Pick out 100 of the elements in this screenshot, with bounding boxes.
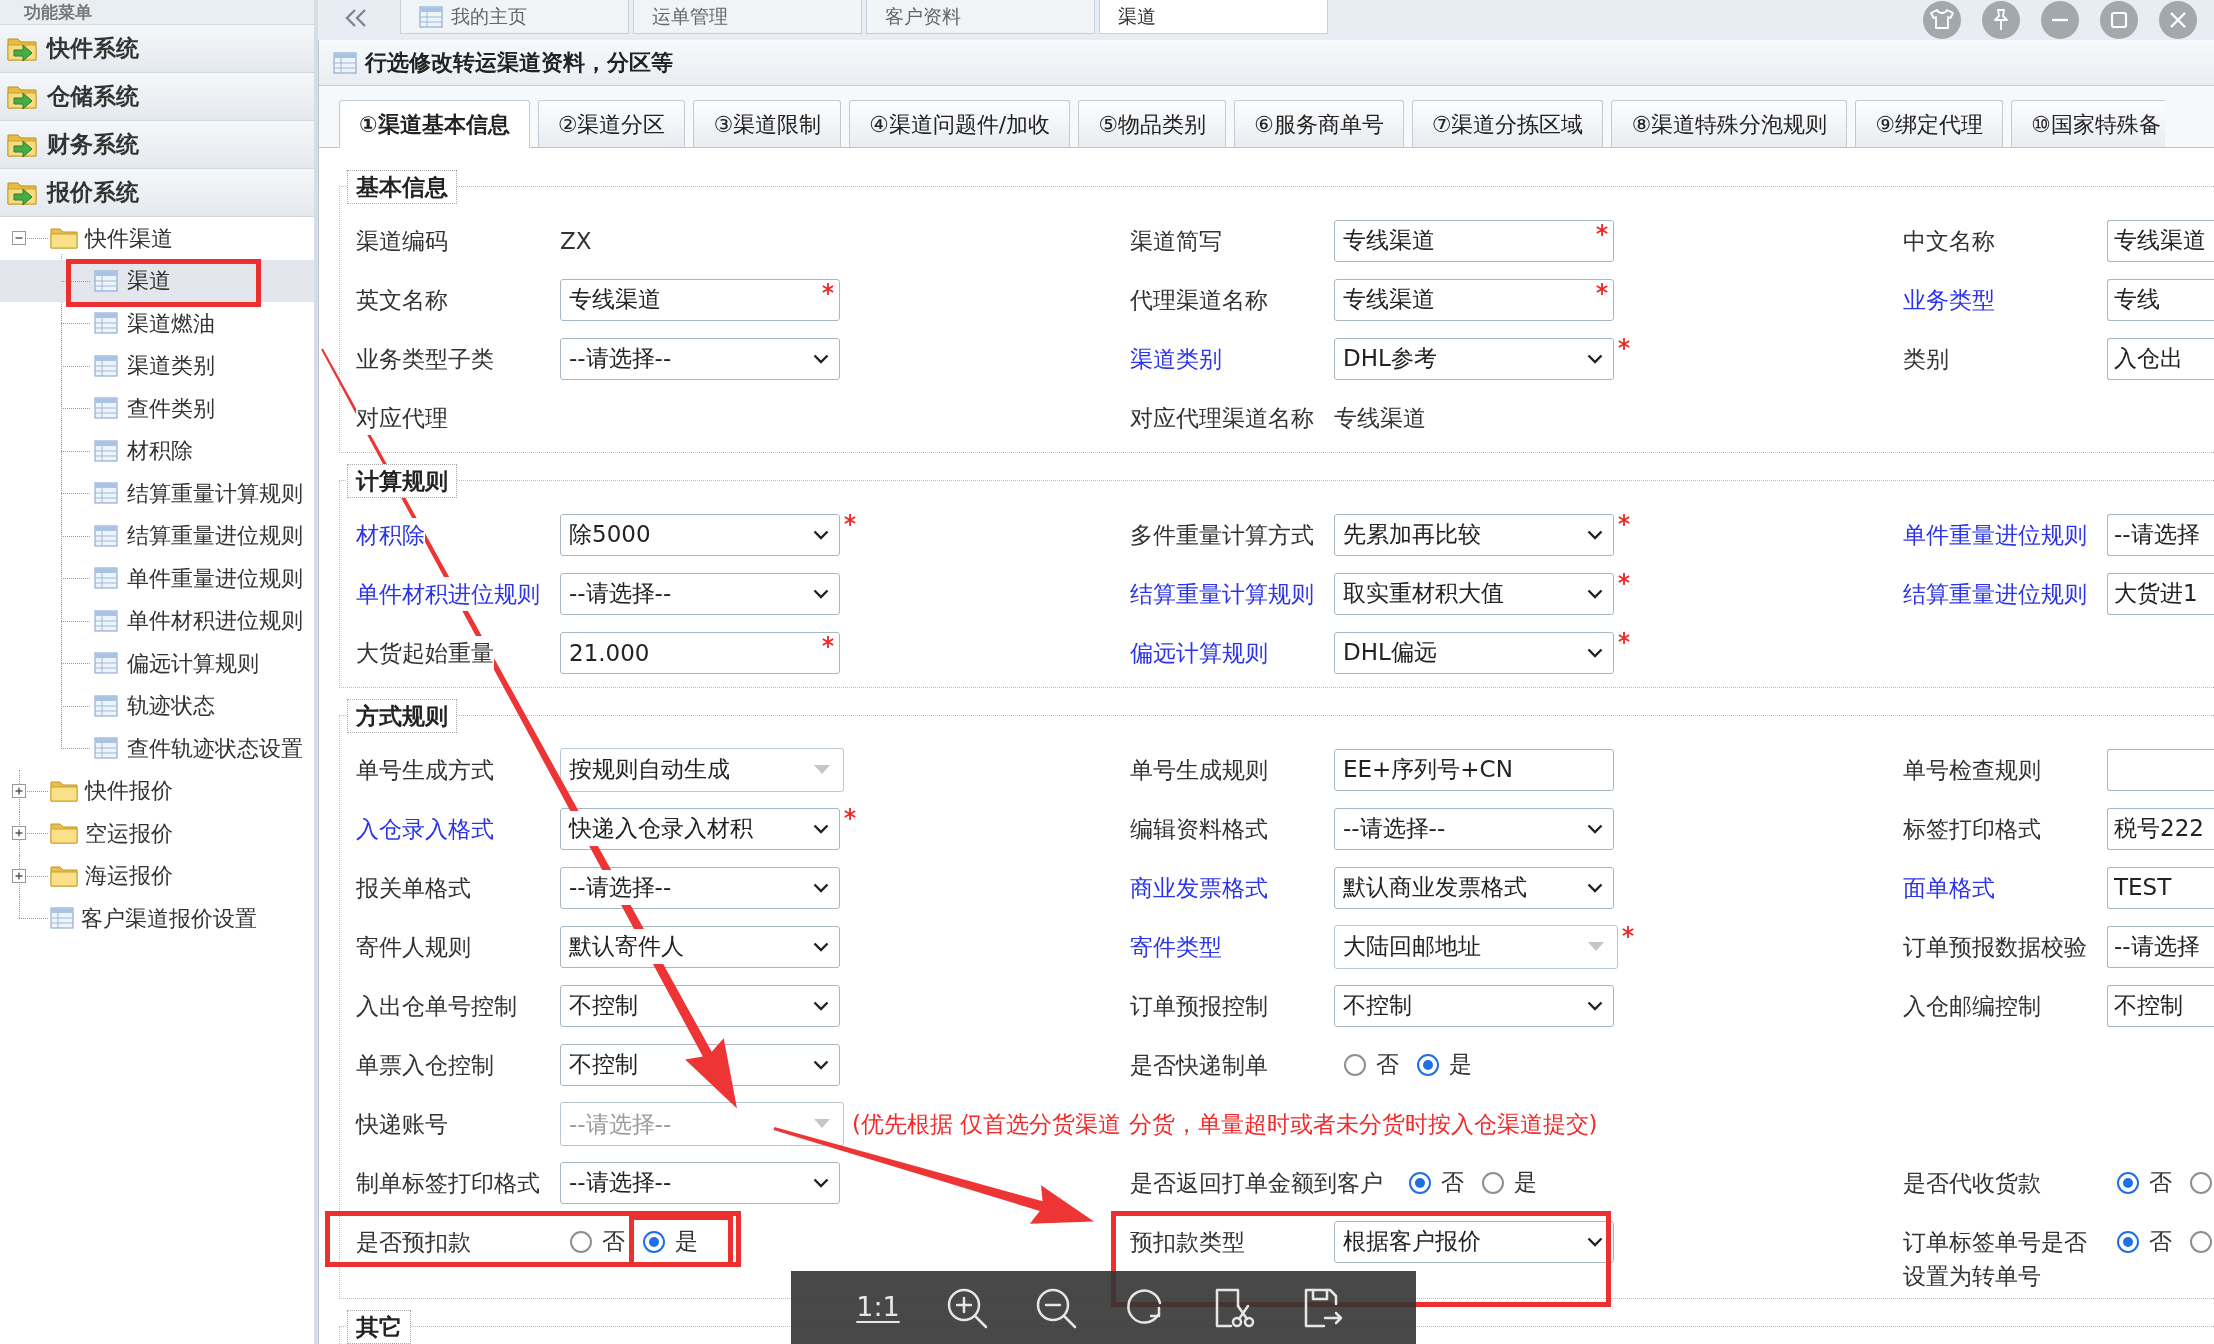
tab[interactable]: 我的主页 (400, 0, 629, 34)
select-field[interactable]: 默认商业发票格式 (1334, 866, 1614, 909)
tab[interactable]: ⑤物品类别 (1078, 100, 1226, 148)
tree-item[interactable]: 结算重量进位规则 (0, 514, 314, 557)
text-field[interactable]: 专线渠道 (2107, 219, 2214, 262)
tree-item[interactable]: 结算重量计算规则 (0, 472, 314, 515)
select-field[interactable]: DHL偏远 (1334, 631, 1614, 674)
chevron-down-icon[interactable] (813, 882, 829, 893)
chevron-down-icon[interactable] (1587, 882, 1603, 893)
chevron-down-icon[interactable] (1587, 647, 1603, 658)
minimize-button[interactable] (2041, 1, 2079, 39)
tab[interactable]: ②渠道分区 (537, 100, 686, 148)
chevron-down-icon[interactable] (1587, 353, 1603, 364)
tree-item[interactable]: 快件报价 (0, 769, 314, 812)
text-field[interactable]: 21.000 (560, 631, 840, 674)
radio-icon[interactable] (2117, 1230, 2139, 1253)
tab[interactable]: ⑧渠道特殊分泡规则 (1611, 100, 1848, 148)
accordion-header[interactable]: 财务系统 (0, 121, 314, 169)
tab[interactable]: ⑥服务商单号 (1234, 100, 1404, 148)
chevron-down-icon[interactable] (813, 1059, 829, 1070)
radio-option[interactable]: 否 (1344, 1047, 1399, 1082)
chevron-down-icon[interactable] (1587, 1236, 1603, 1247)
tab[interactable]: ⑦渠道分拣区域 (1411, 100, 1604, 148)
chevron-down-icon[interactable] (1587, 529, 1603, 540)
tab[interactable]: ⑩国家特殊备 (2010, 100, 2165, 148)
select-field[interactable]: TEST (2107, 866, 2214, 909)
radio-icon[interactable] (1344, 1053, 1366, 1076)
select-field[interactable]: 不控制 (560, 1043, 840, 1086)
select-field[interactable]: 根据客户报价 (1334, 1220, 1614, 1263)
select-field[interactable]: --请选择-- (560, 866, 840, 909)
select-field[interactable]: 不控制 (2107, 984, 2214, 1027)
tree-item[interactable]: 渠道燃油 (0, 302, 314, 345)
select-field[interactable]: --请选择-- (560, 572, 840, 615)
chevron-down-icon[interactable] (813, 941, 829, 952)
radio-icon[interactable] (1482, 1171, 1504, 1194)
plus-box-icon[interactable] (12, 868, 26, 883)
tab[interactable]: 渠道 (1099, 0, 1328, 34)
select-field[interactable]: 税号222 (2107, 807, 2214, 850)
chevron-down-icon[interactable] (1587, 823, 1603, 834)
select-field[interactable]: 不控制 (560, 984, 840, 1027)
pin-button[interactable] (1982, 1, 2020, 39)
tree-item[interactable]: 空运报价 (0, 812, 314, 855)
actual-size-button[interactable]: 1:1 (848, 1277, 908, 1338)
select-field[interactable]: 快递入仓录入材积 (560, 807, 840, 850)
radio-option[interactable]: 否 (2117, 1224, 2172, 1259)
tree-item[interactable]: 轨迹状态 (0, 684, 314, 727)
chevron-down-icon[interactable] (813, 588, 829, 599)
select-field[interactable]: 取实重材积大值 (1334, 572, 1614, 615)
select-field[interactable]: --请选择-- (1334, 807, 1614, 850)
tab[interactable]: ④渠道问题件/加收 (849, 100, 1071, 148)
combo-field[interactable]: --请选择-- (560, 1101, 844, 1146)
radio-option[interactable]: 否 (2117, 1165, 2172, 1200)
plus-box-icon[interactable] (12, 826, 26, 841)
text-field[interactable]: 专线渠道 (1334, 219, 1614, 262)
plus-box-icon[interactable] (12, 783, 26, 798)
text-field[interactable]: 专线渠道 (1334, 278, 1614, 321)
maximize-button[interactable] (2100, 1, 2138, 39)
accordion-header[interactable]: 仓储系统 (0, 73, 314, 121)
select-field[interactable]: --请选择-- (560, 1161, 840, 1204)
select-field[interactable]: 除5000 (560, 513, 840, 556)
chevron-down-icon[interactable] (813, 353, 829, 364)
chevron-down-icon[interactable] (1587, 588, 1603, 599)
tree-item[interactable]: 渠道类别 (0, 344, 314, 387)
chevron-down-icon[interactable] (813, 1000, 829, 1011)
tree-item[interactable]: 海运报价 (0, 854, 314, 897)
tree-item[interactable]: 查件轨迹状态设置 (0, 727, 314, 770)
chevron-down-icon[interactable] (813, 823, 829, 834)
radio-icon[interactable] (643, 1230, 665, 1253)
minus-box-icon[interactable] (12, 231, 26, 246)
select-field[interactable]: --请选择 (2107, 513, 2214, 556)
radio-option[interactable]: 是 (1417, 1047, 1472, 1082)
radio-icon[interactable] (2117, 1171, 2139, 1194)
select-field[interactable]: 大货进1 (2107, 572, 2214, 615)
tree-item[interactable]: 单件材积进位规则 (0, 599, 314, 642)
tree-item[interactable]: 材积除 (0, 429, 314, 472)
tab[interactable]: ③渠道限制 (693, 100, 842, 148)
radio-option[interactable]: 是 (1482, 1165, 1537, 1200)
select-field[interactable]: 专线 (2107, 278, 2214, 321)
radio-option[interactable]: 否 (1409, 1165, 1464, 1200)
accordion-header[interactable]: 快件系统 (0, 25, 314, 73)
shirt-icon[interactable] (1930, 8, 1954, 32)
radio-option[interactable]: 否 (570, 1224, 625, 1259)
tab[interactable]: 客户资料 (866, 0, 1095, 34)
select-field[interactable]: 默认寄件人 (560, 925, 840, 968)
select-field[interactable]: DHL参考 (1334, 337, 1614, 380)
radio-option[interactable]: 是 (643, 1224, 698, 1259)
tree-item[interactable]: 偏远计算规则 (0, 642, 314, 685)
select-field[interactable]: 先累加再比较 (1334, 513, 1614, 556)
combo-field[interactable]: 按规则自动生成 (560, 747, 844, 792)
tab[interactable]: ①渠道基本信息 (339, 100, 530, 148)
theme-button[interactable] (1923, 1, 1961, 39)
radio-icon[interactable] (2190, 1171, 2212, 1194)
tab[interactable]: ⑨绑定代理 (1855, 100, 2003, 148)
accordion-header[interactable]: 报价系统 (0, 169, 314, 217)
radio-icon[interactable] (570, 1230, 592, 1253)
select-field[interactable]: --请选择 (2107, 925, 2214, 968)
select-field[interactable]: 不控制 (1334, 984, 1614, 1027)
chevron-down-icon[interactable] (1587, 1000, 1603, 1011)
select-field[interactable]: --请选择-- (560, 337, 840, 380)
text-field[interactable]: EE+序列号+CN (1334, 748, 1614, 791)
